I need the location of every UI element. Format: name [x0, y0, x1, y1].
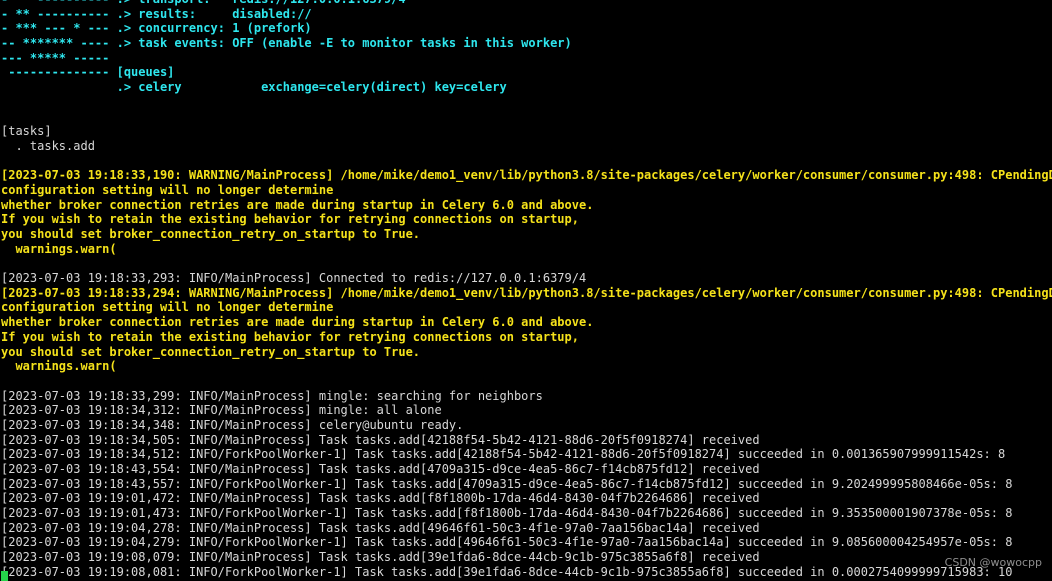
terminal-line: whether broker connection retries are ma…: [1, 197, 594, 212]
terminal-line: [2023-07-03 19:18:34,312: INFO/MainProce…: [1, 403, 442, 418]
terminal-line: [2023-07-03 19:18:33,190: WARNING/MainPr…: [1, 168, 1052, 183]
terminal-line: If you wish to retain the existing behav…: [1, 329, 579, 344]
terminal-line: [2023-07-03 19:19:01,473: INFO/ForkPoolW…: [1, 506, 1013, 521]
terminal-line: - *** --- * --- .> concurrency: 1 (prefo…: [1, 21, 312, 36]
terminal-line: - ** ---------- .> results: disabled://: [1, 6, 312, 21]
terminal-line: whether broker connection retries are ma…: [1, 315, 594, 330]
terminal-line: If you wish to retain the existing behav…: [1, 212, 579, 227]
terminal-line: -------------- [queues]: [1, 65, 175, 80]
terminal-line: [2023-07-03 19:19:08,081: INFO/ForkPoolW…: [1, 564, 1013, 579]
terminal-line: [2023-07-03 19:18:34,505: INFO/MainProce…: [1, 432, 760, 447]
terminal-line: --- ***** -----: [1, 50, 110, 65]
terminal-line: - ** ---------- .> transport: redis://12…: [1, 0, 1052, 7]
terminal-output: - ** ---------- .> transport: redis://12…: [1, 0, 1052, 580]
terminal-line: [2023-07-03 19:18:33,299: INFO/MainProce…: [1, 388, 543, 403]
terminal-line: [2023-07-03 19:18:33,294: WARNING/MainPr…: [1, 285, 1052, 300]
terminal-line: [tasks]: [1, 124, 52, 139]
terminal-window[interactable]: - ** ---------- .> transport: redis://12…: [0, 0, 1052, 581]
terminal-line: [2023-07-03 19:18:34,512: INFO/ForkPoolW…: [1, 447, 1006, 462]
terminal-line: [2023-07-03 19:18:33,293: INFO/MainProce…: [1, 271, 587, 286]
terminal-line: . tasks.add: [1, 138, 95, 153]
terminal-line: you should set broker_connection_retry_o…: [1, 227, 421, 241]
terminal-cursor: [1, 571, 8, 581]
watermark-text: CSDN @wowocpp: [944, 556, 1042, 569]
terminal-line: configuration setting will no longer det…: [1, 300, 334, 315]
terminal-line: [2023-07-03 19:18:34,348: INFO/MainProce…: [1, 417, 464, 432]
terminal-line: -- ******* ---- .> task events: OFF (ena…: [1, 36, 572, 51]
terminal-line: [2023-07-03 19:18:43,554: INFO/MainProce…: [1, 462, 760, 476]
terminal-line: warnings.warn(: [1, 241, 117, 256]
terminal-line: .> celery exchange=celery(direct) key=ce…: [1, 80, 507, 95]
terminal-line: [2023-07-03 19:19:01,472: INFO/MainProce…: [1, 491, 760, 506]
terminal-line: [2023-07-03 19:19:04,279: INFO/ForkPoolW…: [1, 535, 1013, 550]
terminal-line: [2023-07-03 19:19:04,278: INFO/MainProce…: [1, 520, 760, 535]
terminal-line: warnings.warn(: [1, 359, 117, 374]
terminal-line: [2023-07-03 19:18:43,557: INFO/ForkPoolW…: [1, 476, 1013, 491]
terminal-line: you should set broker_connection_retry_o…: [1, 344, 421, 359]
terminal-line: [2023-07-03 19:19:08,079: INFO/MainProce…: [1, 550, 760, 565]
terminal-line: configuration setting will no longer det…: [1, 182, 334, 197]
